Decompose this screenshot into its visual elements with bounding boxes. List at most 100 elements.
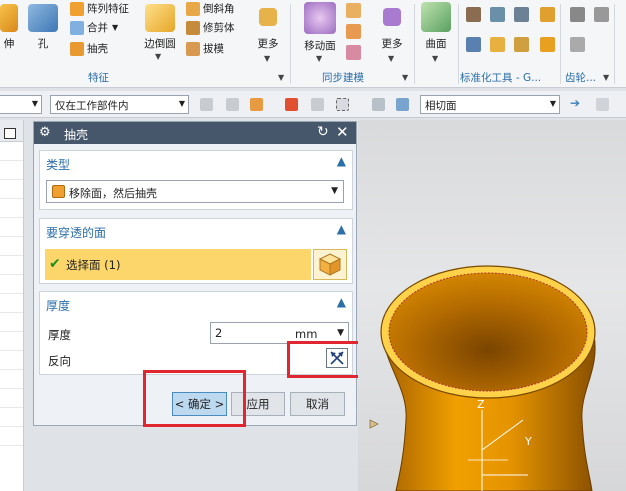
hole-button[interactable]: 孔 (28, 4, 58, 51)
part-navigator-panel (0, 120, 24, 491)
gear-tool-1-icon[interactable] (570, 7, 585, 22)
scope-filter-dropdown[interactable]: 仅在工作部件内 ▼ (50, 95, 189, 114)
gear-icon[interactable]: ⚙ (39, 125, 51, 140)
sync-tool-2-icon[interactable] (346, 24, 361, 39)
graphics-viewport[interactable]: Z Y (358, 120, 626, 491)
list-item[interactable] (0, 256, 23, 275)
list-item[interactable] (0, 237, 23, 256)
edge-blend-dropdown-icon[interactable]: ▼ (155, 52, 161, 61)
close-icon[interactable]: ✕ (336, 123, 349, 141)
view-tool-2-icon[interactable] (396, 98, 409, 111)
trim-body-button[interactable]: 修剪体 (186, 20, 235, 35)
list-item[interactable] (0, 332, 23, 351)
dialog-title-bar: ⚙ 抽壳 ↻ ✕ (34, 122, 356, 144)
list-item[interactable] (0, 351, 23, 370)
chevron-up-icon[interactable]: ▲ (337, 295, 346, 309)
gear-group-menu-icon[interactable]: ▼ (603, 73, 609, 82)
snap-point-icon[interactable] (596, 98, 609, 111)
type-filter-dropdown[interactable]: ▼ (0, 95, 42, 114)
move-face-label: 移动面 (304, 40, 336, 52)
faces-section-title: 要穿透的面 (46, 226, 107, 240)
select-face-label: 选择面 (1) (66, 258, 121, 272)
move-face-dropdown-icon[interactable]: ▼ (316, 54, 322, 63)
gear-tool-2-icon[interactable] (594, 7, 609, 22)
standard-tool-7-icon[interactable] (514, 37, 529, 52)
group-label-gear: 齿轮... (565, 72, 597, 84)
chevron-down-icon[interactable]: ▼ (337, 328, 344, 338)
snap-tool-2-icon[interactable] (226, 98, 239, 111)
group-label-feature: 特征 (88, 72, 109, 84)
view-tool-1-icon[interactable] (372, 98, 385, 111)
reset-icon[interactable]: ↻ (317, 124, 329, 140)
list-item[interactable] (0, 199, 23, 218)
shell-type-dropdown[interactable]: 移除面，然后抽壳 ▼ (46, 180, 344, 203)
cancel-button[interactable]: 取消 (290, 392, 345, 416)
surface-dropdown-icon[interactable]: ▼ (432, 54, 438, 63)
more-sync-dropdown-icon[interactable]: ▼ (388, 54, 394, 63)
more-features-button[interactable]: 更多 (254, 8, 282, 51)
hole-label: 孔 (37, 38, 49, 50)
thickness-unit: mm (295, 327, 318, 341)
sync-tool-1-icon[interactable] (346, 3, 361, 18)
shell-type-icon (52, 185, 65, 198)
standard-tool-6-icon[interactable] (490, 37, 505, 52)
chamfer-button[interactable]: 倒斜角 (186, 1, 235, 16)
standard-tool-1-icon[interactable] (466, 7, 481, 22)
list-item[interactable] (0, 427, 23, 446)
list-item[interactable] (0, 161, 23, 180)
chevron-up-icon[interactable]: ▲ (337, 222, 346, 236)
list-item[interactable] (0, 370, 23, 389)
thickness-section-header[interactable]: 厚度 ▲ (40, 292, 352, 316)
pattern-feature-button[interactable]: 阵列特征 (70, 1, 129, 16)
chevron-up-icon[interactable]: ▲ (337, 154, 346, 168)
edge-blend-button[interactable]: 边倒圆 (143, 4, 177, 51)
snap-tool-5-icon[interactable] (311, 98, 324, 111)
list-item[interactable] (0, 218, 23, 237)
snap-tool-4-icon[interactable] (285, 98, 298, 111)
gear-tool-3-icon[interactable] (570, 37, 585, 52)
standard-tool-2-icon[interactable] (490, 7, 505, 22)
list-item[interactable] (0, 180, 23, 199)
list-item[interactable] (0, 389, 23, 408)
shell-icon (70, 41, 84, 56)
more-features-dropdown-icon[interactable]: ▼ (264, 54, 270, 63)
surface-icon (421, 2, 451, 32)
list-item[interactable] (0, 142, 23, 161)
list-item[interactable] (0, 294, 23, 313)
list-item[interactable] (0, 275, 23, 294)
thickness-section-title: 厚度 (46, 299, 71, 313)
list-item[interactable] (0, 408, 23, 427)
sync-group-menu-icon[interactable]: ▼ (402, 73, 408, 82)
snap-tool-3-icon[interactable] (250, 98, 263, 111)
thickness-label: 厚度 (48, 328, 71, 342)
extrude-button[interactable]: 伸 (0, 4, 18, 51)
faces-section-header[interactable]: 要穿透的面 ▲ (40, 219, 352, 243)
thickness-value: 2 (215, 326, 223, 340)
standard-tool-3-icon[interactable] (514, 7, 529, 22)
snap-tool-1-icon[interactable] (200, 98, 213, 111)
face-selector-button[interactable] (313, 249, 347, 280)
standard-tool-4-icon[interactable] (540, 7, 555, 22)
more-sync-button[interactable]: 更多 (378, 8, 406, 51)
arrow-right-icon[interactable]: ➔ (570, 97, 583, 110)
move-face-button[interactable]: 移动面 (301, 2, 339, 53)
feature-group-menu-icon[interactable]: ▼ (278, 73, 284, 82)
surface-button[interactable]: 曲面 (420, 2, 452, 51)
standard-tool-8-icon[interactable] (540, 37, 555, 52)
box-select-icon[interactable] (336, 98, 349, 111)
sync-tool-3-icon[interactable] (346, 45, 361, 60)
standard-tool-5-icon[interactable] (466, 37, 481, 52)
combine-label: 合并 (87, 22, 108, 34)
combine-dropdown-icon: ▼ (112, 23, 119, 32)
combine-icon (70, 20, 84, 35)
maximize-icon[interactable] (4, 128, 16, 139)
select-face-row[interactable]: ✔ 选择面 (1) (45, 249, 311, 280)
list-item[interactable] (0, 313, 23, 332)
face-rule-dropdown[interactable]: 相切面 ▼ (420, 95, 560, 114)
combine-button[interactable]: 合并 ▼ (70, 20, 118, 35)
extrude-label: 伸 (3, 38, 15, 50)
group-label-sync-modeling: 同步建模 (322, 72, 364, 84)
draft-button[interactable]: 拔模 (186, 41, 224, 56)
type-section-header[interactable]: 类型 ▲ (40, 151, 352, 175)
shell-button[interactable]: 抽壳 (70, 41, 108, 56)
